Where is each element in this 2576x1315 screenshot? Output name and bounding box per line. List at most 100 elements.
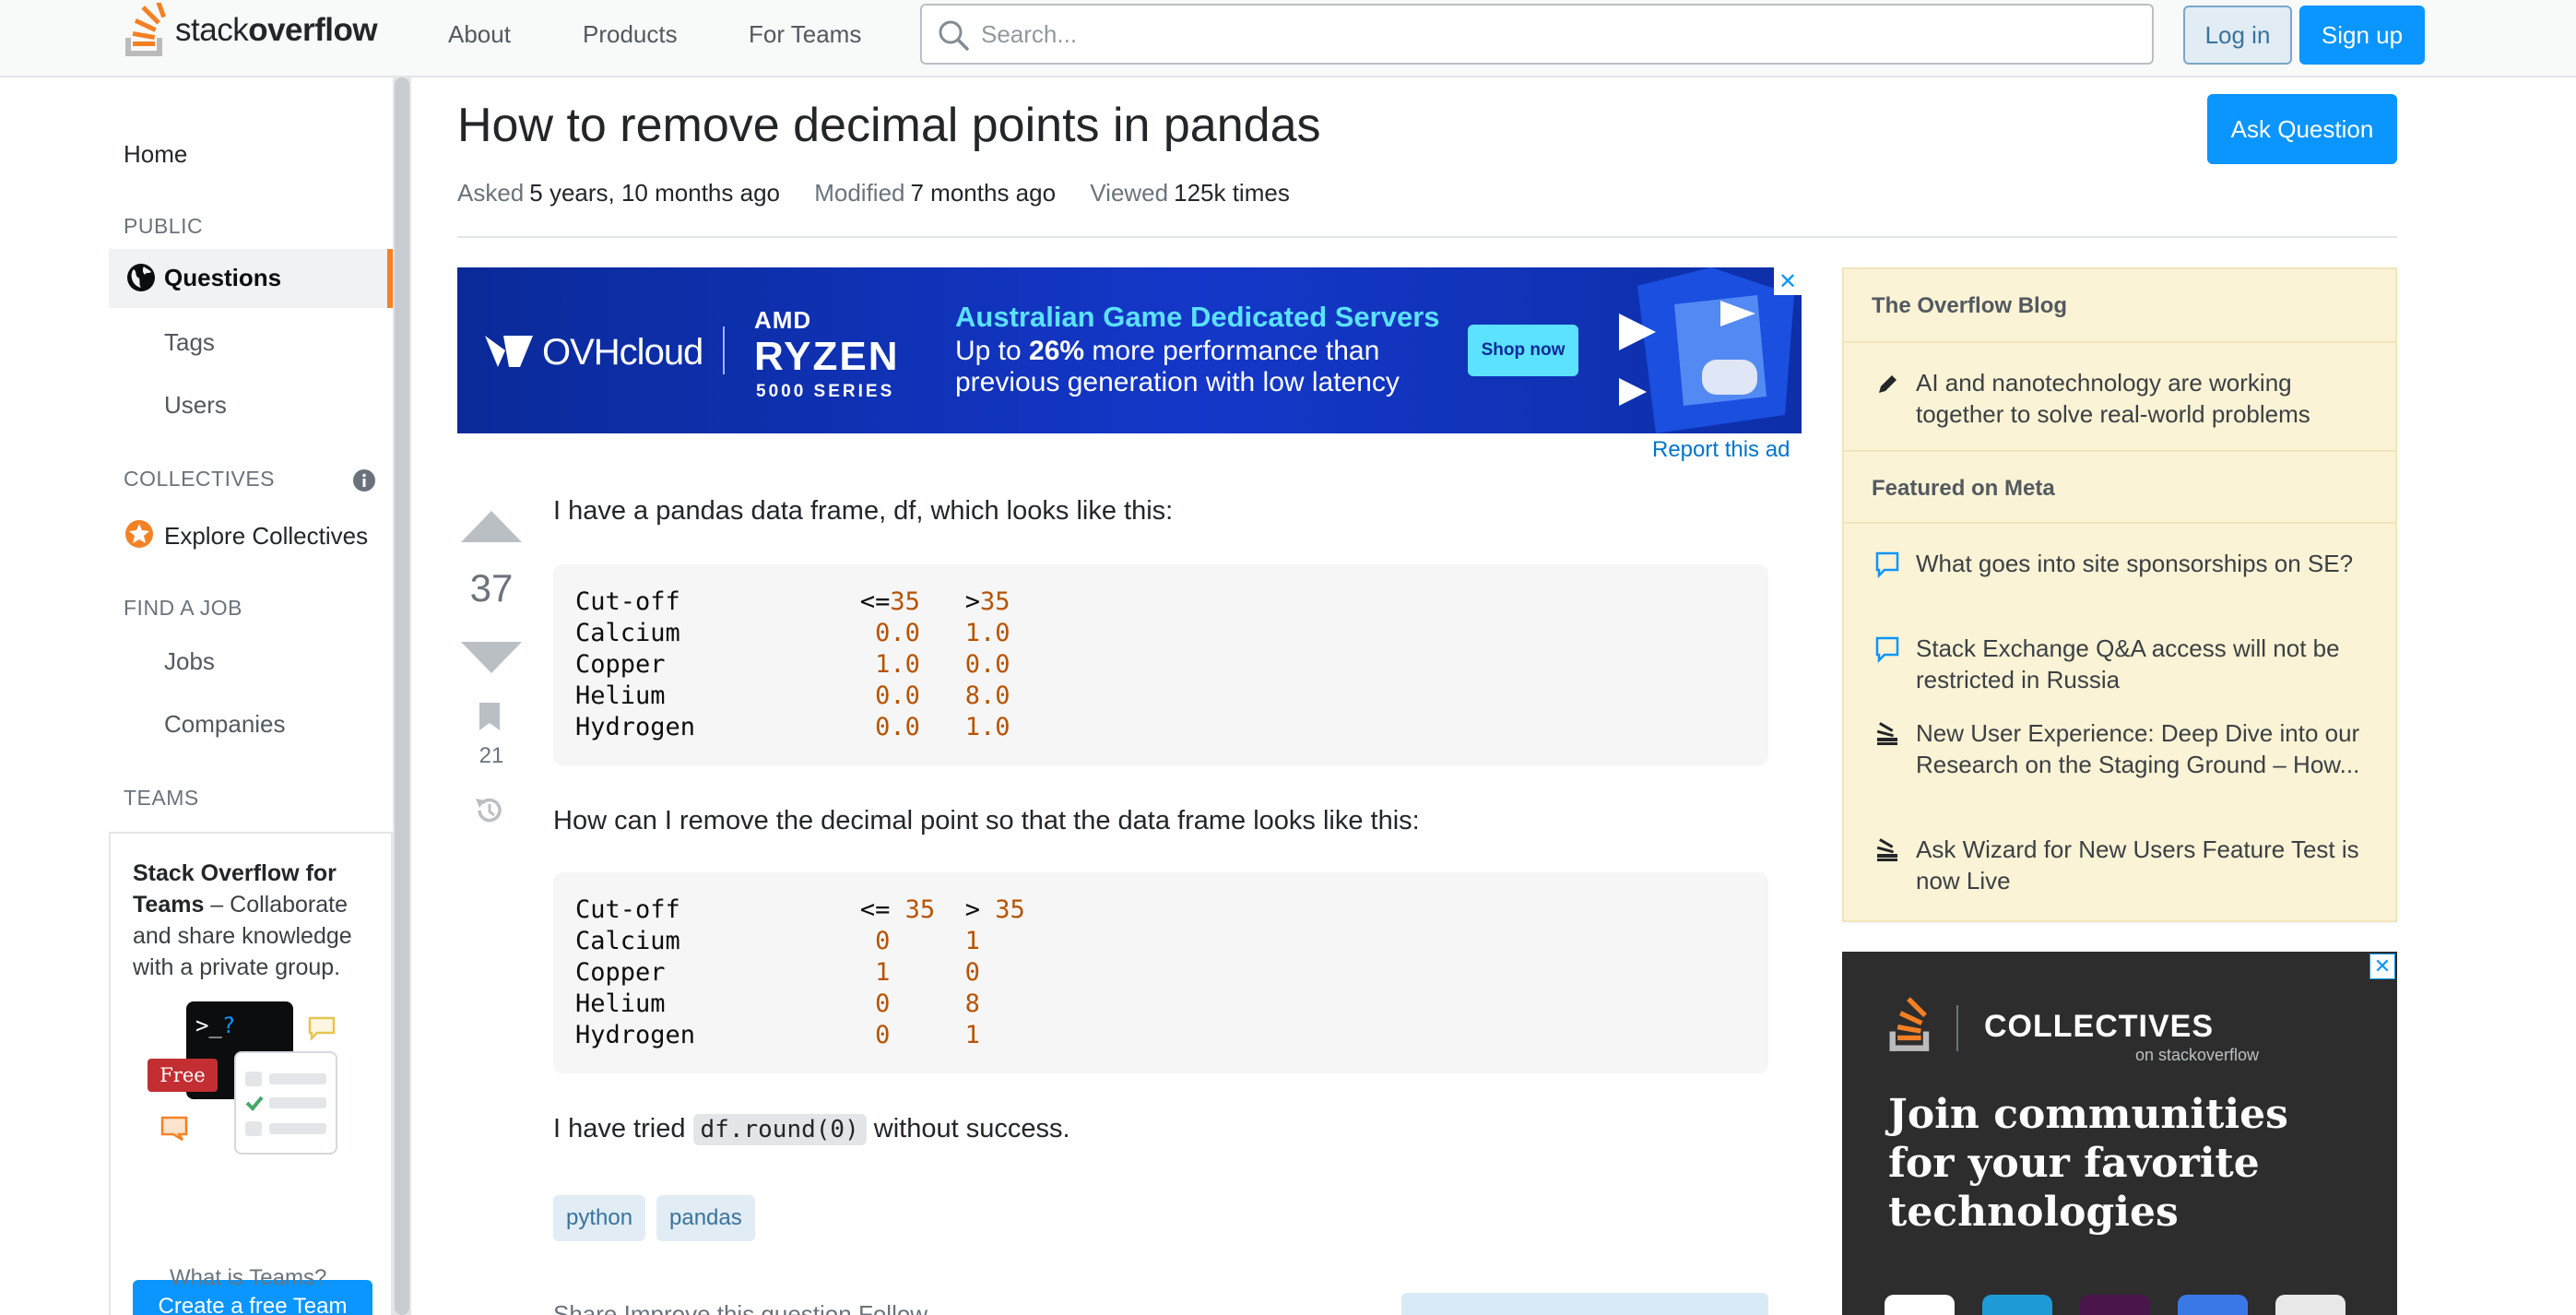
code1-cell: 1.0	[875, 650, 920, 679]
code2-row-hydrogen: Hydrogen	[575, 1021, 696, 1049]
code1-header-le: <=	[859, 587, 891, 616]
code2-cell: 0	[875, 927, 891, 955]
upvote-button[interactable]	[461, 511, 522, 542]
question-text: How can I remove the decimal point so th…	[553, 806, 1420, 835]
question-title[interactable]: How to remove decimal points in pandas	[457, 98, 1320, 153]
sidebar-heading-find-job: FIND A JOB	[124, 596, 242, 620]
ovhcloud-logo-icon	[485, 336, 533, 367]
sidebar-item-questions-label: Questions	[164, 264, 282, 291]
sidebar-item-users[interactable]: Users	[164, 391, 227, 420]
code-block-desired: Cut-off <= 35 > 35 Calcium 0 1 Copper 1 …	[553, 872, 1768, 1073]
ad-chip-line3: 5000 SERIES	[756, 382, 895, 401]
ad-body-line2: previous generation with low latency	[955, 367, 1400, 397]
collectives-headline-2: for your favorite	[1888, 1140, 2260, 1187]
asked-label: Asked	[457, 179, 525, 207]
teams-promo: Stack Overflow for Teams – Collaborate a…	[109, 832, 393, 1315]
info-icon[interactable]	[352, 468, 376, 492]
code1-cell: 0.0	[875, 681, 920, 710]
code1-cell: 1.0	[964, 713, 1010, 741]
nav-products[interactable]: Products	[583, 20, 678, 49]
terminal-prompt-glyph: >_?	[195, 1013, 236, 1038]
sidebar-heading-collectives: COLLECTIVES	[124, 467, 275, 491]
search-icon	[939, 20, 969, 51]
community-tile	[2275, 1295, 2346, 1315]
question-intro: I have a pandas data frame, df, which lo…	[553, 496, 1174, 526]
pencil-icon	[1879, 375, 1897, 393]
sidebar-item-home[interactable]: Home	[124, 140, 187, 169]
sidebar-item-explore-collectives[interactable]: Explore Collectives	[124, 516, 391, 553]
collectives-icon	[125, 520, 153, 548]
sidebar-scrollbar[interactable]	[393, 77, 411, 1315]
ad-game-graphic	[1619, 267, 1794, 433]
code2-cell: 0	[875, 1021, 891, 1049]
ask-question-button[interactable]: Ask Question	[2207, 94, 2397, 164]
tried-suffix: without success.	[866, 1114, 1070, 1143]
code2-cell: 1	[875, 958, 891, 987]
question-meta: Asked 5 years, 10 months ago Modified 7 mo…	[457, 179, 1318, 207]
stack-overflow-logo-icon	[125, 3, 166, 56]
blog-item[interactable]: AI and nanotechnology are working togeth…	[1916, 367, 2377, 430]
sidebar-scrollbar-thumb[interactable]	[395, 77, 409, 1315]
sidebar-item-companies[interactable]: Companies	[164, 710, 286, 739]
code2-header-35b: 35	[995, 895, 1025, 924]
code1-cell: 0.0	[875, 619, 920, 647]
asked-user-card	[1401, 1293, 1768, 1315]
collectives-headline: Join communities for your favorite techn…	[1888, 1090, 2288, 1237]
code1-header-gt: >	[964, 587, 980, 616]
post-menu[interactable]: Share Improve this question Follow	[553, 1300, 928, 1315]
meta-item[interactable]: Ask Wizard for New Users Feature Test is…	[1916, 834, 2377, 896]
ad-close-icon[interactable]: ✕	[1774, 267, 1802, 295]
site-logo[interactable]: stackoverflow	[124, 0, 378, 61]
meta-item[interactable]: Stack Exchange Q&A access will not be re…	[1916, 633, 2377, 695]
meta-item[interactable]: New User Experience: Deep Dive into our …	[1916, 717, 2377, 780]
teams-promo-text: Stack Overflow for Teams – Collaborate a…	[133, 858, 382, 983]
signup-button[interactable]: Sign up	[2299, 6, 2425, 65]
tag-pandas[interactable]: pandas	[656, 1195, 755, 1241]
sidebar-item-tags[interactable]: Tags	[164, 328, 215, 357]
code2-header-le: <=	[859, 895, 905, 924]
tag-python[interactable]: python	[553, 1195, 646, 1241]
inline-code: df.round(0)	[692, 1114, 867, 1145]
sidebar-item-jobs[interactable]: Jobs	[164, 647, 215, 676]
meta-item[interactable]: What goes into site sponsorships on SE?	[1916, 548, 2377, 579]
stack-exchange-icon	[1876, 722, 1897, 745]
code2-row-helium: Helium	[575, 989, 666, 1018]
code1-header-35b: 35	[979, 587, 1010, 616]
chat-bubble-icon	[1875, 636, 1899, 664]
code1-row-hydrogen: Hydrogen	[575, 713, 696, 741]
collectives-ad[interactable]: ✕ COLLECTIVES on stackoverflow Join comm…	[1842, 952, 2397, 1315]
collectives-divider	[1956, 1005, 1958, 1051]
login-button[interactable]: Log in	[2183, 6, 2292, 65]
ad-chip-line1: AMD	[754, 306, 812, 334]
ad-body-bold: 26%	[1029, 336, 1085, 366]
what-is-teams-link-text[interactable]: What is Teams?	[170, 1265, 326, 1291]
modified-value[interactable]: 7 months ago	[911, 179, 1057, 207]
free-badge: Free	[148, 1059, 218, 1092]
ad-banner[interactable]: OVHcloud AMD RYZEN 5000 SERIES Australia…	[457, 267, 1802, 433]
title-divider	[457, 236, 2397, 238]
bookmark-icon[interactable]	[478, 701, 502, 732]
code2-header-cutoff: Cut-off	[575, 895, 680, 924]
code2-cell: 0	[964, 958, 980, 987]
code1-cell: 1.0	[964, 619, 1010, 647]
nav-about[interactable]: About	[448, 20, 511, 49]
search-box[interactable]	[920, 4, 2154, 65]
history-icon[interactable]	[472, 793, 507, 828]
code2-row-calcium: Calcium	[575, 927, 680, 955]
code1-cell: 0.0	[964, 650, 1010, 679]
collectives-headline-3: technologies	[1888, 1189, 2179, 1236]
search-input[interactable]	[981, 15, 2133, 53]
tried-prefix: I have tried	[553, 1114, 693, 1143]
report-ad-link[interactable]: Report this ad	[1652, 437, 1790, 463]
explore-collectives-label: Explore Collectives	[164, 522, 369, 550]
community-tile	[1885, 1295, 1955, 1315]
community-tile	[2178, 1295, 2248, 1315]
stack-exchange-icon	[1876, 838, 1897, 861]
ad-cta-button[interactable]: Shop now	[1468, 325, 1578, 376]
collectives-ad-close-icon[interactable]: ✕	[2369, 954, 2395, 979]
code2-cell: 0	[875, 989, 891, 1018]
downvote-button[interactable]	[461, 642, 522, 673]
collectives-headline-1: Join communities	[1888, 1091, 2288, 1138]
nav-for-teams[interactable]: For Teams	[749, 20, 861, 49]
sidebar-item-questions[interactable]: Questions	[109, 249, 393, 308]
